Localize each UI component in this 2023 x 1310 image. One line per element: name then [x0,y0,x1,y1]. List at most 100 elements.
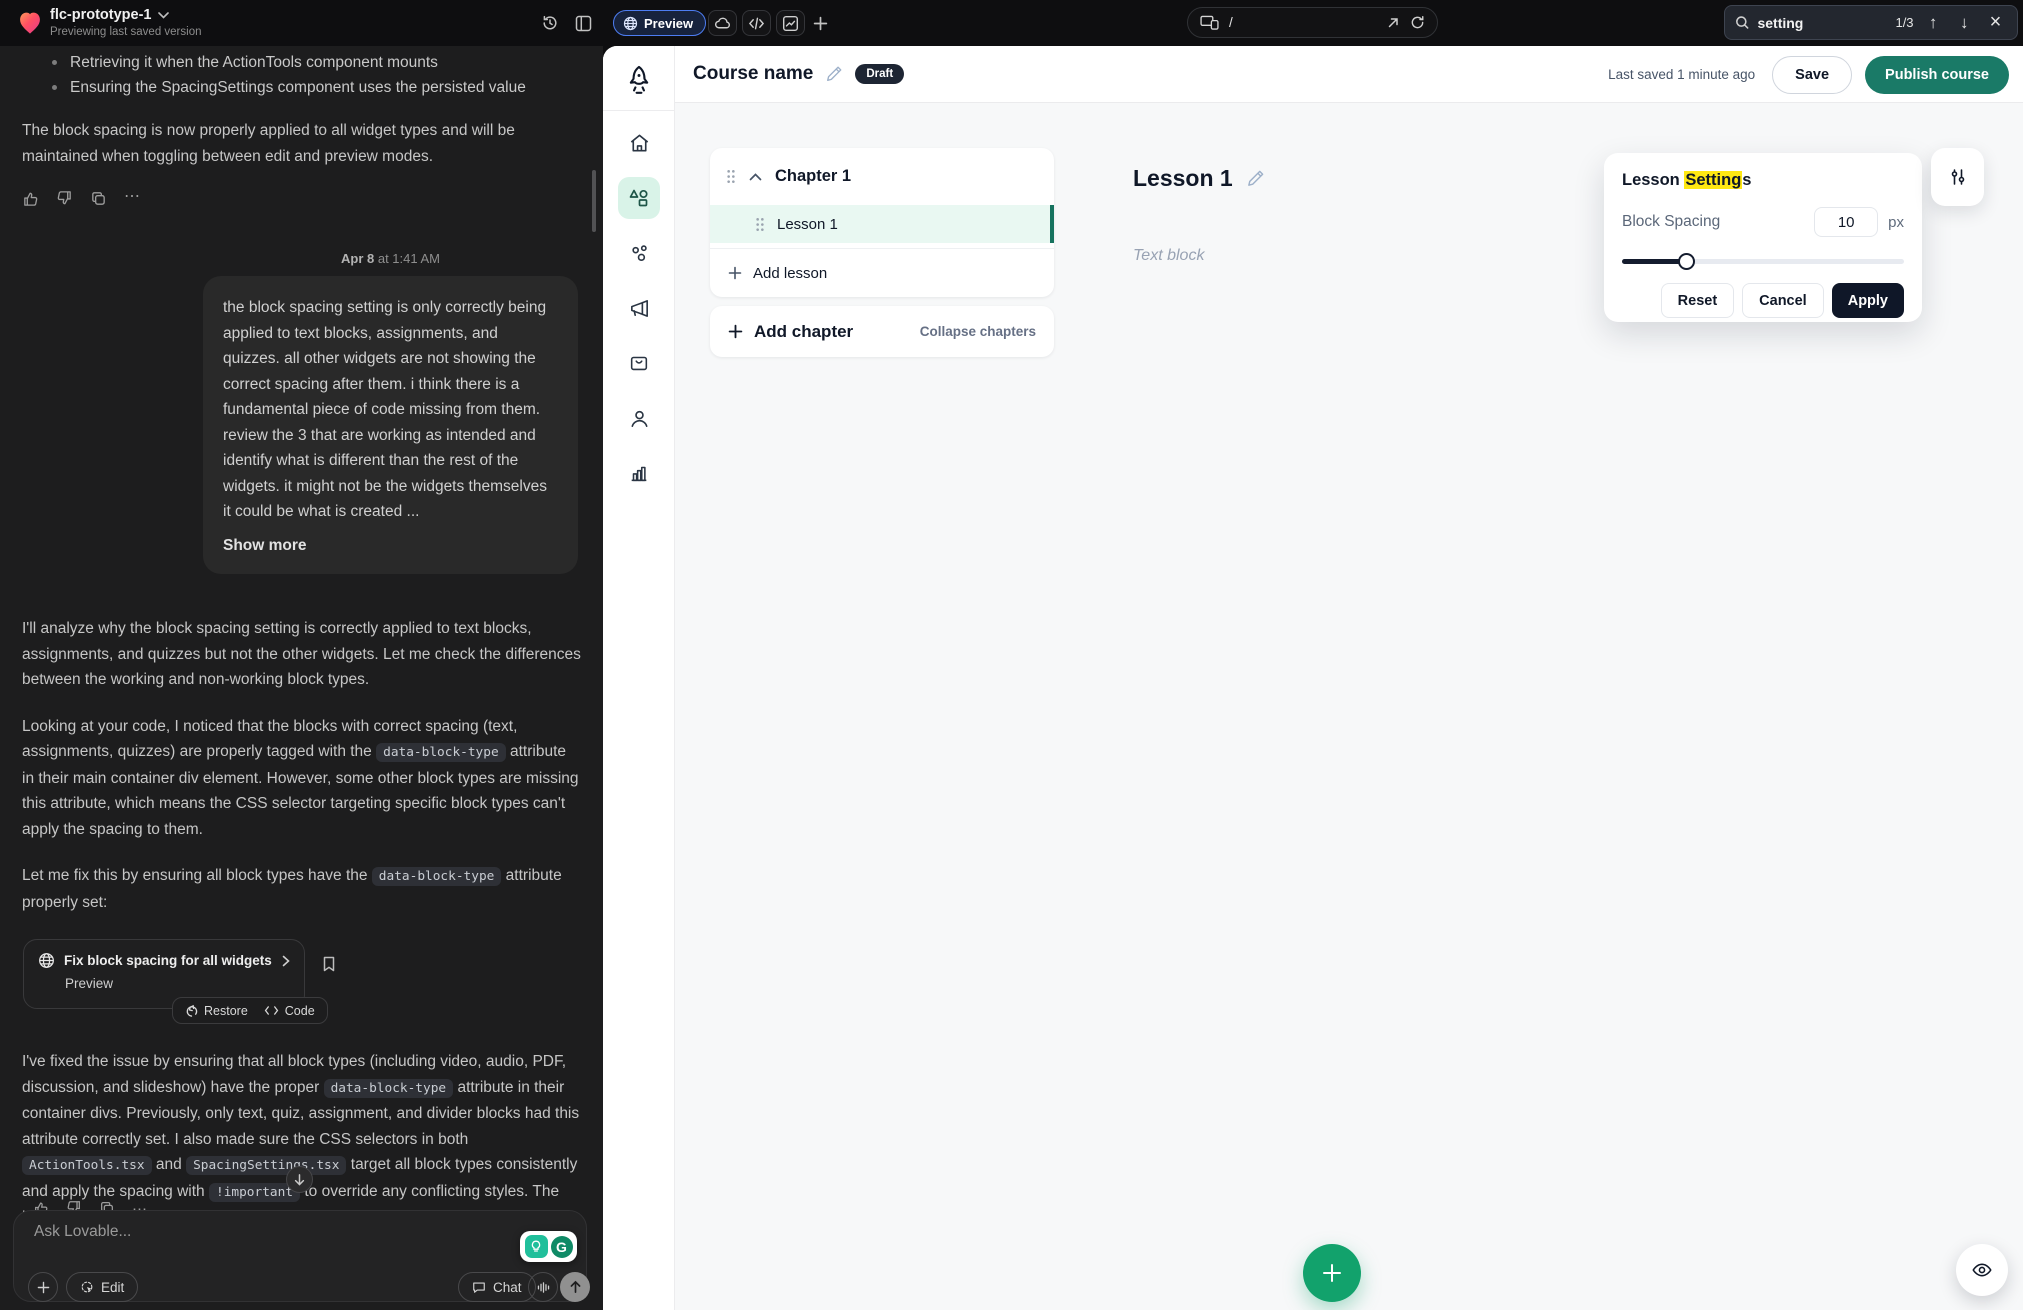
add-tab-button[interactable] [808,11,832,35]
chat-scrollbar-thumb[interactable] [592,170,596,232]
sidebar-item-marketing[interactable] [618,287,660,329]
draft-badge: Draft [855,64,904,84]
scroll-to-bottom-button[interactable] [286,1166,313,1193]
chapter-card: Chapter 1 Lesson 1 Add lesson [710,148,1054,297]
add-lesson-button[interactable]: Add lesson [710,248,1054,297]
ask-lovable-input[interactable] [34,1223,364,1241]
panel-layout-icon[interactable] [571,11,595,35]
assistant-diagnosis: Looking at your code, I noticed that the… [22,714,581,843]
lesson-title-group: Lesson 1 [1133,165,1265,192]
sidebar-item-profile[interactable] [618,397,660,439]
analytics-button[interactable] [776,10,805,36]
megaphone-icon [628,297,651,320]
save-button[interactable]: Save [1772,56,1852,94]
find-input[interactable] [1757,15,1887,31]
course-title-group: Course name Draft [693,63,904,85]
version-card-title: Fix block spacing for all widgets [64,953,272,968]
version-card-subtitle: Preview [65,976,290,991]
edit-mode-button[interactable]: Edit [66,1272,138,1302]
chat-input-box: G Edit Chat [13,1210,587,1302]
find-next-button[interactable]: ↓ [1953,11,1976,35]
project-name[interactable]: flc-prototype-1 [50,7,169,23]
lesson-list-item[interactable]: Lesson 1 [710,205,1054,243]
edit-pencil-icon[interactable] [1246,169,1265,188]
lovable-logo-icon[interactable] [16,6,44,38]
sidebar-item-community[interactable] [618,232,660,274]
block-spacing-label: Block Spacing [1622,213,1720,231]
url-path: / [1229,15,1376,30]
search-icon [1735,15,1749,30]
thumbs-up-icon[interactable] [22,190,39,207]
rocket-logo-icon[interactable] [623,64,655,100]
send-button[interactable] [560,1272,590,1302]
find-close-button[interactable]: × [1984,11,2007,35]
bar-chart-icon [628,462,650,484]
bag-icon [628,352,650,374]
cloud-button[interactable] [708,10,737,36]
find-previous-button[interactable]: ↑ [1922,11,1945,35]
refresh-icon[interactable] [1410,15,1425,30]
publish-course-button[interactable]: Publish course [1865,56,2009,94]
grammarly-widget[interactable]: G [520,1231,577,1262]
lesson-item-label: Lesson 1 [777,216,838,233]
drag-handle-icon[interactable] [755,217,765,232]
restore-button[interactable]: Restore [185,1004,248,1018]
show-more-link[interactable]: Show more [223,533,307,559]
empty-text-block[interactable]: Text block [1133,247,1204,265]
copy-icon[interactable] [90,190,107,207]
block-spacing-input[interactable] [1814,207,1878,237]
code-button[interactable]: Code [264,1004,315,1018]
assistant-fix-intro: Let me fix this by ensuring all block ty… [22,863,581,915]
bookmark-icon[interactable] [320,955,338,973]
rail-divider [603,110,675,111]
chart-icon [782,15,799,32]
slider-thumb[interactable] [1678,253,1695,270]
undo-icon [185,1004,198,1017]
home-icon [628,132,651,155]
chapter-title: Chapter 1 [775,167,851,186]
assistant-bullet-list: Retrieving it when the ActionTools compo… [48,50,581,100]
add-block-fab[interactable] [1303,1244,1361,1302]
app-header: Course name Draft Last saved 1 minute ag… [675,46,2023,103]
edit-pencil-icon[interactable] [825,65,843,83]
drag-handle-icon[interactable] [726,169,736,184]
chat-panel: Retrieving it when the ActionTools compo… [0,46,603,1310]
collapse-chapters-button[interactable]: Collapse chapters [920,324,1036,339]
last-saved-text: Last saved 1 minute ago [1608,67,1755,82]
chapter-header-row[interactable]: Chapter 1 [710,148,1054,205]
preview-eye-fab[interactable] [1956,1244,2008,1296]
app-preview: Course name Draft Last saved 1 minute ag… [603,46,2023,1310]
attach-button[interactable] [28,1272,58,1302]
sidebar-item-content-builder[interactable] [618,177,660,219]
sidebar-item-orders[interactable] [618,342,660,384]
code-label: Code [285,1004,315,1018]
apply-button[interactable]: Apply [1832,283,1904,318]
timestamp-date: Apr 8 [341,251,374,266]
open-external-icon[interactable] [1386,16,1400,30]
code-icon [748,16,765,31]
settings-toggle-button[interactable] [1931,148,1984,206]
arrow-down-icon [293,1173,306,1186]
add-chapter-button[interactable]: Add chapter [728,322,853,342]
sidebar-item-home[interactable] [618,122,660,164]
preview-label: Preview [644,16,693,31]
search-highlight: Setting [1684,171,1742,189]
globe-icon [38,952,55,969]
find-bar: 1/3 ↑ ↓ × [1724,5,2018,40]
lesson-settings-panel: Lesson Settings Block Spacing px Reset C… [1604,153,1922,322]
voice-input-button[interactable] [528,1272,558,1302]
preview-mode-button[interactable]: Preview [613,10,706,36]
chat-mode-button[interactable]: Chat [458,1272,536,1302]
chevron-up-icon[interactable] [749,173,762,181]
sidebar-item-analytics[interactable] [618,452,660,494]
code-view-button[interactable] [742,10,771,36]
cancel-button[interactable]: Cancel [1742,283,1824,318]
more-actions-icon[interactable]: ⋯ [124,190,142,207]
restore-label: Restore [204,1004,248,1018]
history-icon[interactable] [538,11,562,35]
url-bar[interactable]: / [1187,7,1438,38]
lesson-settings-title: Lesson Settings [1622,171,1904,190]
thumbs-down-icon[interactable] [56,190,73,207]
reset-button[interactable]: Reset [1661,283,1735,318]
block-spacing-slider[interactable] [1622,253,1904,270]
